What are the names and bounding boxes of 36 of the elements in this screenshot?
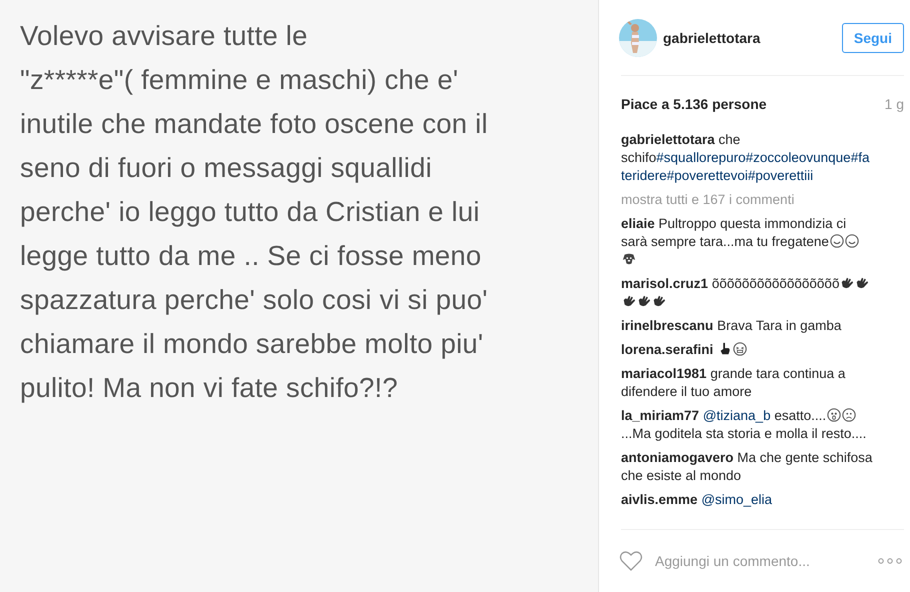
hand-icon <box>637 294 651 308</box>
post-text-line: inutile che mandate foto oscene con il <box>20 107 489 141</box>
comment: mariacol1981 grande tara continua a difendere il tuo amore <box>621 365 846 401</box>
hand-icon <box>652 294 666 308</box>
more-options-icon[interactable] <box>878 558 902 564</box>
post-text-line: spazzatura perche' solo cosi vi si puo' <box>20 283 489 317</box>
post-text-line: Volevo avvisare tutte le <box>20 19 309 53</box>
comment: lorena.serafini <box>621 341 873 359</box>
sad-face-icon <box>842 408 856 422</box>
caption: gabrielettotara che schifo#squallorepuro#zoccoleovunque#fateridere#poverettevoi#poverettiii <box>621 131 870 185</box>
heart-icon[interactable] <box>619 550 643 572</box>
dog-face-icon <box>622 252 636 266</box>
smiley-icon <box>830 234 844 248</box>
hand-icon <box>855 276 870 290</box>
username[interactable]: gabrielettotara <box>663 30 842 46</box>
comment: aivlis.emme @simo_elia <box>621 491 774 509</box>
post-age: 1 g <box>884 96 904 112</box>
hand-icon <box>622 294 636 308</box>
comment: irinelbrescanu Brava Tara in gamba <box>621 317 842 335</box>
post-text-line: chiamare il mondo sarebbe molto piu' <box>20 327 484 361</box>
post-text-line: seno di fuori o messaggi squallidi <box>20 151 433 185</box>
pointing-hand-icon <box>718 342 732 356</box>
comment-field[interactable]: Aggiungi un commento... <box>653 552 878 570</box>
post-text-line: "z*****e"( femmine e maschi) che e' <box>20 63 460 97</box>
grinning-face-icon <box>733 342 748 356</box>
smiley-icon <box>844 234 859 248</box>
comment: la_miriam77 @tiziana_b esatto.... ...Ma goditela sta storia e molla il resto.... <box>621 407 868 443</box>
comment: eliaie Pultroppo questa immondizia ci sarà sempre tara...ma tu fregatene <box>621 215 873 269</box>
hand-icon <box>840 276 854 290</box>
shocked-face-icon <box>827 408 842 422</box>
comment: marisol.cruz1 õõõõõõõõõõõõõõõõõ <box>621 275 873 311</box>
post-text-line: pulito! Ma non vi fate schifo?!? <box>20 371 399 405</box>
post-text-line: perche' io leggo tutto da Cristian e lui <box>20 195 481 229</box>
likes-count[interactable]: Piace a 5.136 persone <box>621 96 767 112</box>
post-text-line: legge tutto da me .. Se ci fosse meno <box>20 239 482 273</box>
comment: antoniamogavero Ma che gente schifosa che esiste al mondo <box>621 449 873 485</box>
